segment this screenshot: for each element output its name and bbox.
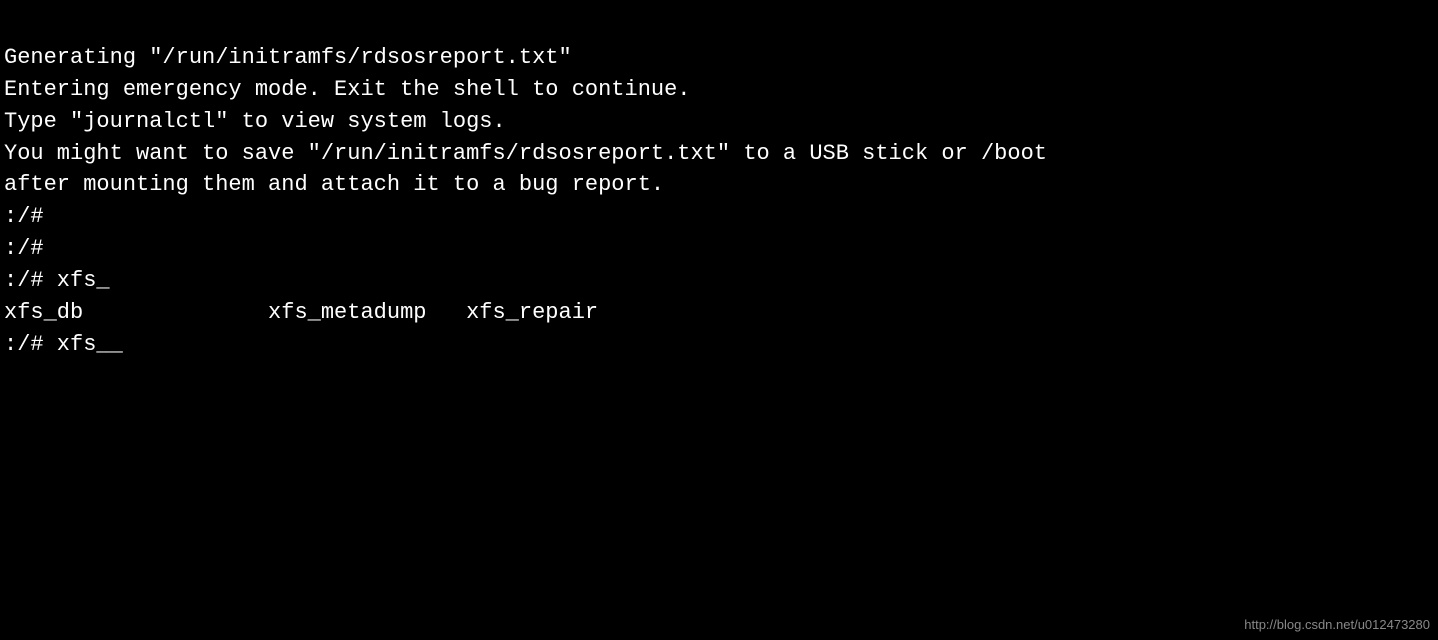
terminal-line: Entering emergency mode. Exit the shell … bbox=[4, 74, 1434, 106]
terminal-line: Generating "/run/initramfs/rdsosreport.t… bbox=[4, 42, 1434, 74]
terminal-line: You might want to save "/run/initramfs/r… bbox=[4, 138, 1434, 170]
terminal-line: :/# xfs_ bbox=[4, 265, 1434, 297]
terminal-line: after mounting them and attach it to a b… bbox=[4, 169, 1434, 201]
watermark: http://blog.csdn.net/u012473280 bbox=[1244, 617, 1430, 632]
terminal-line: xfs_db xfs_metadump xfs_repair bbox=[4, 297, 1434, 329]
terminal-output: Generating "/run/initramfs/rdsosreport.t… bbox=[0, 0, 1438, 371]
terminal-line: :/# bbox=[4, 201, 1434, 233]
terminal-line: :/# bbox=[4, 233, 1434, 265]
terminal-line: Type "journalctl" to view system logs. bbox=[4, 106, 1434, 138]
terminal-line: :/# xfs__ bbox=[4, 329, 1434, 361]
